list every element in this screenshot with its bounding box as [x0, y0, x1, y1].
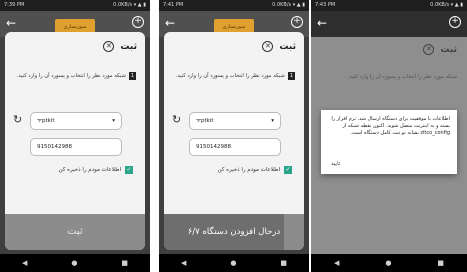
- dialog-ok-button[interactable]: تایید: [331, 161, 340, 168]
- refresh-icon[interactable]: ↻: [13, 112, 27, 128]
- phone-screen-3: 7:43 PM 0.0KB/s ▾ ▲ ▮ ← + ثبت ✕ شبکه مور…: [311, 0, 467, 272]
- phone-screen-1: 7:39 PM 0.0KB/s ▾ ▲ ▮ ← سوزنساری + ثبت ✕…: [0, 0, 150, 272]
- add-device-icon[interactable]: +: [291, 16, 303, 28]
- success-dialog: اطلاعات با موفقیت برای دستگاه ارسال شد. …: [321, 110, 457, 174]
- step-instruction: 1شبکه مورد نظر را انتخاب و پسورد آن را و…: [173, 72, 295, 80]
- status-time: 7:43 PM: [315, 2, 336, 8]
- nav-recents-icon[interactable]: ■: [280, 259, 287, 267]
- back-arrow-icon[interactable]: ←: [165, 16, 175, 30]
- sheet-title: ثبت: [279, 41, 296, 52]
- nav-bar: ◀ ● ■: [0, 254, 150, 272]
- nav-home-icon[interactable]: ●: [71, 259, 77, 267]
- register-sheet: ثبت ✕ 1شبکه مورد نظر را انتخاب و پسورد آ…: [5, 32, 145, 250]
- chevron-down-icon: ▾: [271, 118, 274, 124]
- sheet-header: ثبت ✕: [262, 41, 296, 52]
- status-bar: 7:43 PM 0.0KB/s ▾ ▲ ▮: [311, 0, 467, 11]
- back-arrow-icon[interactable]: ←: [6, 16, 16, 30]
- close-icon[interactable]: ✕: [423, 44, 435, 55]
- close-icon[interactable]: ✕: [103, 41, 115, 52]
- sheet-header: ثبت ✕: [103, 41, 137, 52]
- step-number: 1: [287, 72, 295, 80]
- checkbox-checked-icon[interactable]: ✓: [284, 166, 292, 174]
- nav-home-icon[interactable]: ●: [385, 259, 391, 267]
- status-time: 7:41 PM: [163, 2, 184, 8]
- save-modem-label: اطلاعات مودم را ذخیره کن: [217, 167, 280, 173]
- status-bar: 7:39 PM 0.0KB/s ▾ ▲ ▮: [0, 0, 150, 11]
- save-modem-label: اطلاعات مودم را ذخیره کن: [58, 167, 121, 173]
- nav-recents-icon[interactable]: ■: [437, 259, 444, 267]
- wifi-value: ᯤptkit: [37, 118, 55, 124]
- nav-bar: ◀ ● ■: [311, 254, 467, 272]
- nav-back-icon[interactable]: ◀: [334, 259, 339, 267]
- add-device-icon[interactable]: +: [449, 16, 461, 28]
- wifi-select[interactable]: ᯤptkit ▾: [189, 112, 281, 130]
- step-instruction: 1شبکه مورد نظر را انتخاب و پسورد آن را و…: [14, 72, 136, 80]
- status-bar: 7:41 PM 0.0KB/s ▾ ▲ ▮: [159, 0, 309, 11]
- add-device-icon[interactable]: +: [132, 16, 144, 28]
- nav-bar: ◀ ● ■: [159, 254, 309, 272]
- password-field[interactable]: 9150142988: [30, 138, 122, 156]
- sheet-header: ثبت ✕: [423, 44, 457, 55]
- close-icon[interactable]: ✕: [262, 41, 274, 52]
- phone-screen-2: 7:41 PM 0.0KB/s ▾ ▲ ▮ ← سوزنساری + ثبت ✕…: [159, 0, 309, 272]
- sheet-title: ثبت: [120, 41, 137, 52]
- status-time: 7:39 PM: [4, 2, 25, 8]
- add-device-progress: درحال افزودن دستگاه ۶/۷: [164, 214, 304, 250]
- register-sheet: ثبت ✕ 1شبکه مورد نظر را انتخاب و پسورد آ…: [164, 32, 304, 250]
- step-text: شبکه مورد نظر را انتخاب و پسورد آن را وا…: [16, 73, 126, 79]
- sheet-title: ثبت: [440, 44, 457, 55]
- status-icons: 0.0KB/s ▾ ▲ ▮: [430, 2, 463, 8]
- status-icons: 0.0KB/s ▾ ▲ ▮: [113, 2, 146, 8]
- nav-recents-icon[interactable]: ■: [121, 259, 128, 267]
- app-bar: ← +: [311, 11, 467, 37]
- step-number: 1: [128, 72, 136, 80]
- dialog-message: اطلاعات با موفقیت برای دستگاه ارسال شد. …: [331, 116, 450, 136]
- nav-home-icon[interactable]: ●: [230, 259, 236, 267]
- step-text: شبکه مورد نظر را انتخاب و پسورد آن را وا…: [347, 74, 457, 80]
- nav-back-icon[interactable]: ◀: [22, 259, 27, 267]
- wifi-select[interactable]: ᯤptkit ▾: [30, 112, 122, 130]
- save-modem-checkbox[interactable]: ✓ اطلاعات مودم را ذخیره کن: [59, 166, 133, 174]
- nav-back-icon[interactable]: ◀: [181, 259, 186, 267]
- chevron-down-icon: ▾: [112, 118, 115, 124]
- back-arrow-icon[interactable]: ←: [317, 16, 327, 30]
- progress-label: درحال افزودن دستگاه ۶/۷: [187, 227, 281, 237]
- wifi-value: ᯤptkit: [196, 118, 214, 124]
- password-field[interactable]: 9150142988: [189, 138, 281, 156]
- step-text: شبکه مورد نظر را انتخاب و پسورد آن را وا…: [175, 73, 285, 79]
- submit-button[interactable]: ثبت: [5, 214, 145, 250]
- status-icons: 0.0KB/s ▾ ▲ ▮: [272, 2, 305, 8]
- refresh-icon[interactable]: ↻: [172, 112, 186, 128]
- checkbox-checked-icon[interactable]: ✓: [125, 166, 133, 174]
- save-modem-checkbox[interactable]: ✓ اطلاعات مودم را ذخیره کن: [218, 166, 292, 174]
